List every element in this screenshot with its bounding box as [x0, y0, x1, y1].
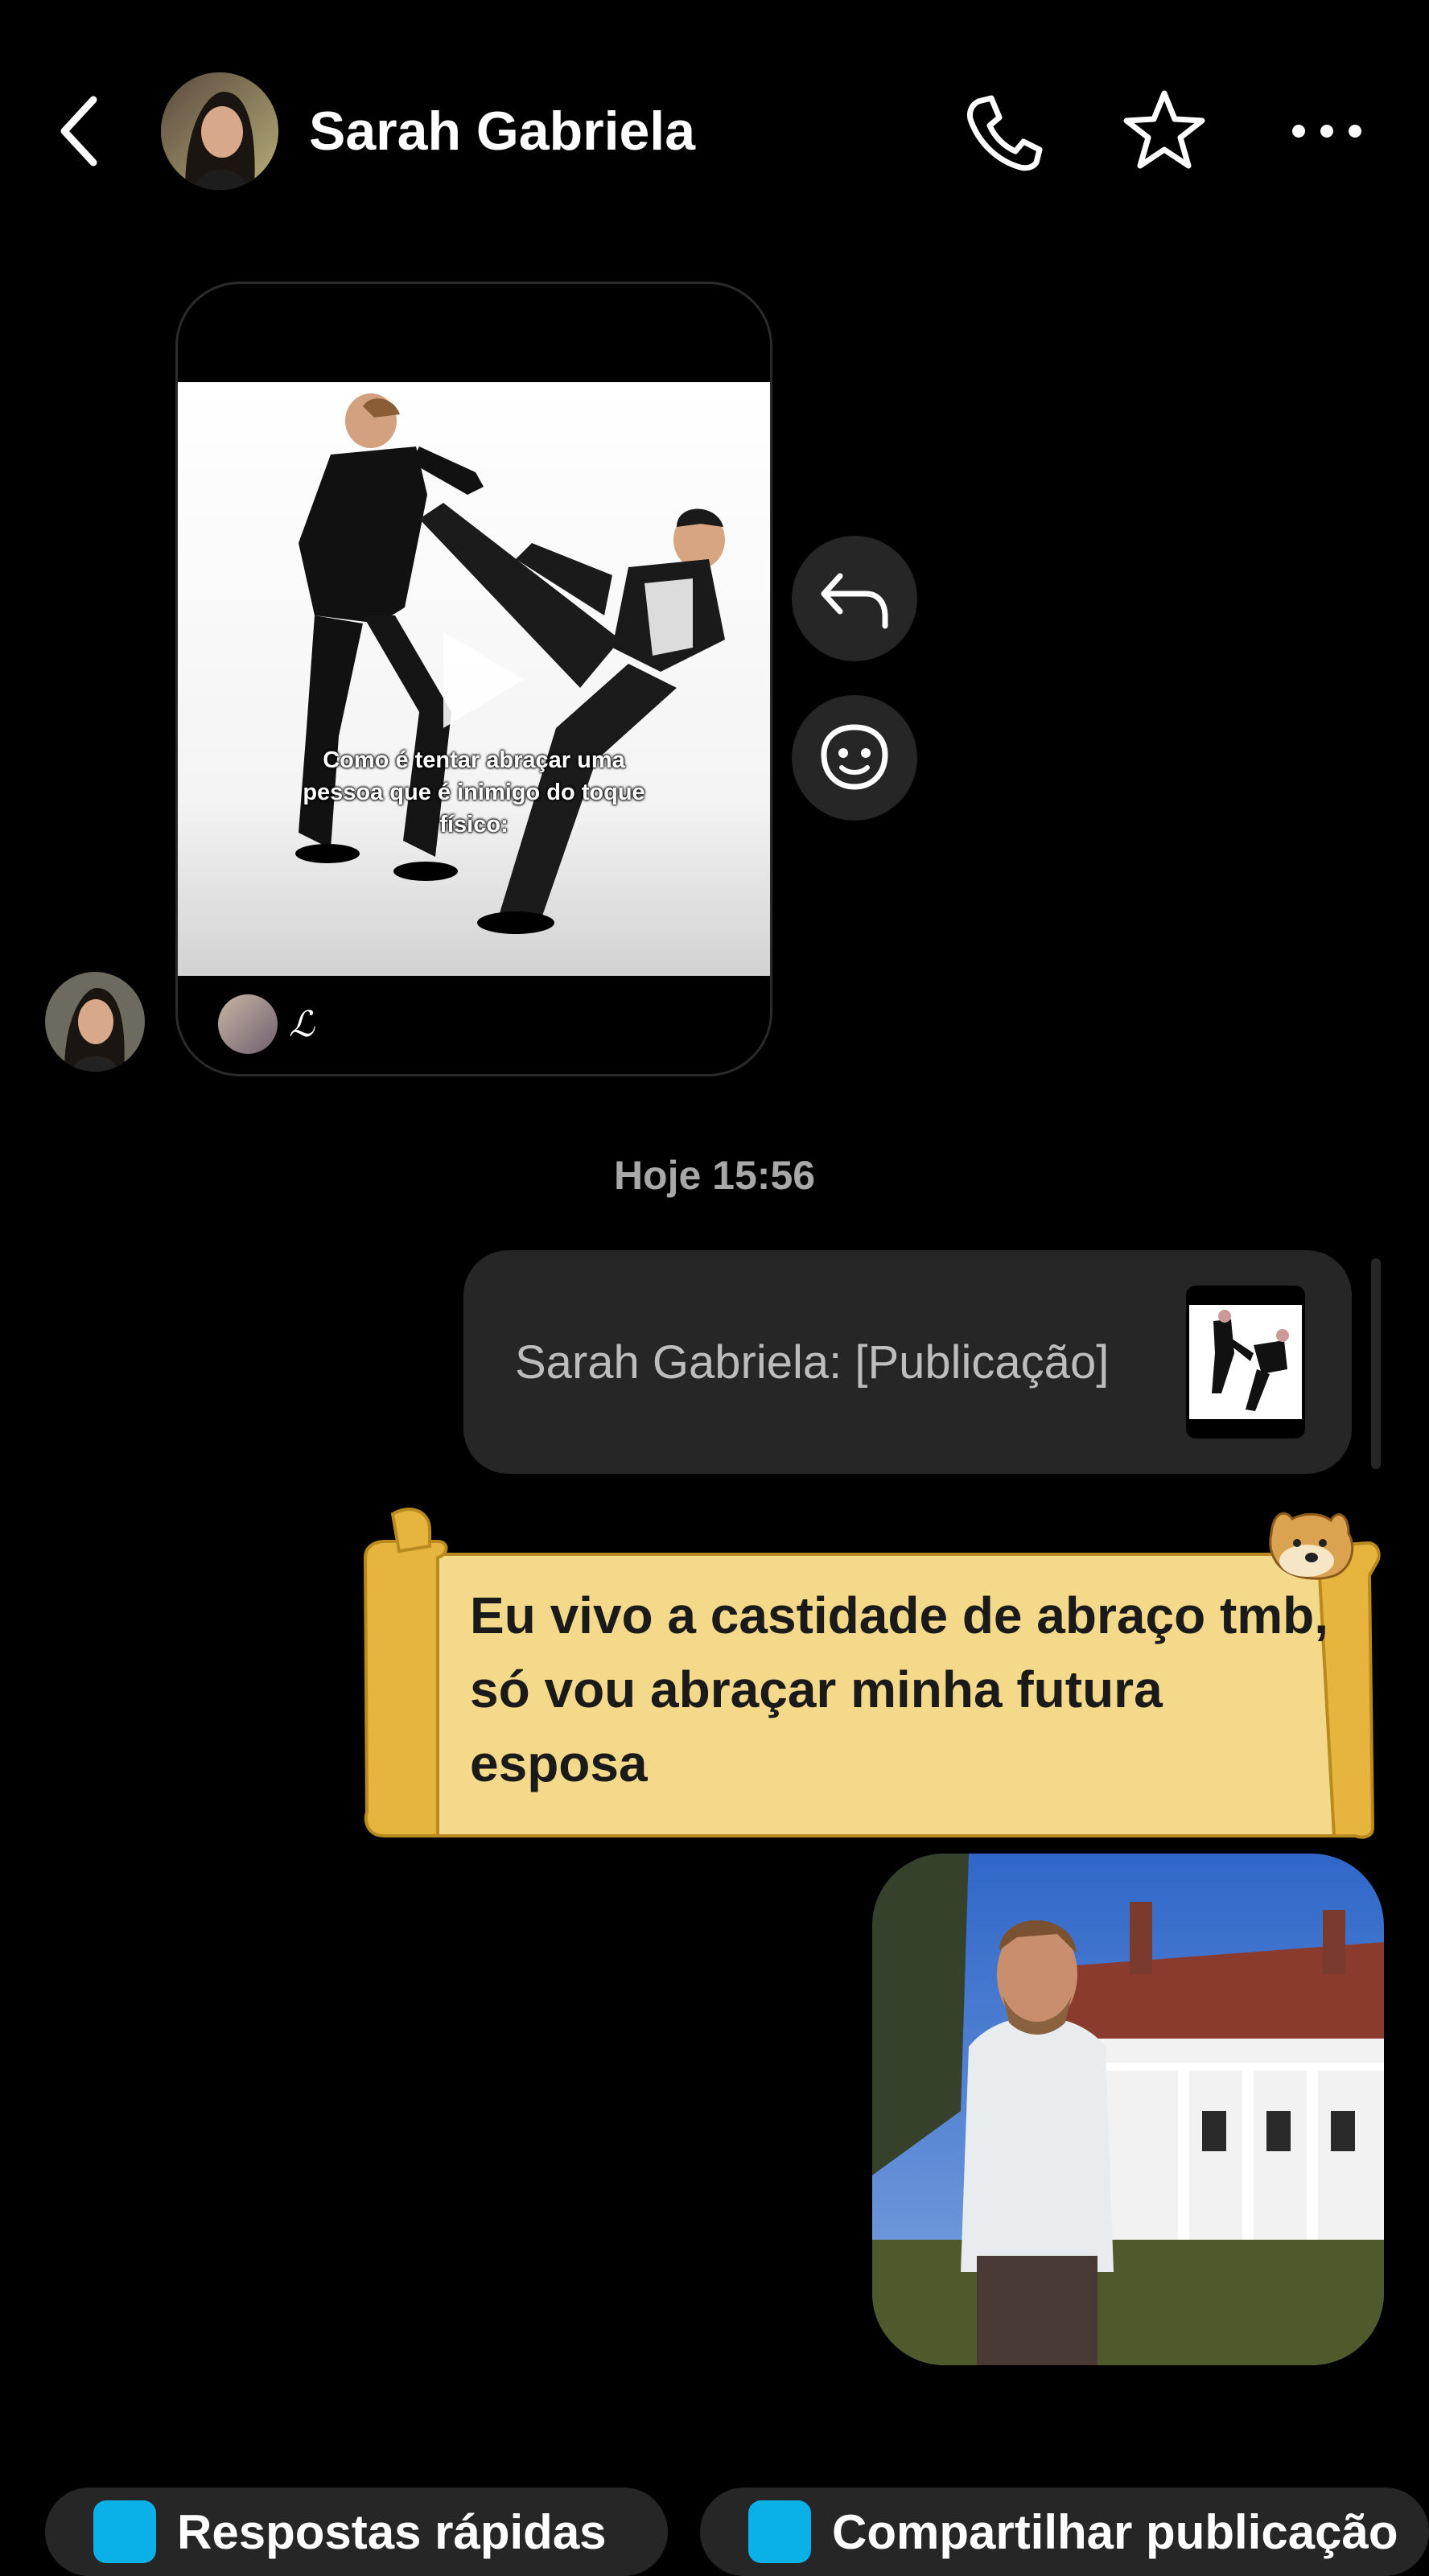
more-icon[interactable]: [1283, 87, 1371, 175]
doge-sticker-icon: [1269, 1512, 1354, 1580]
contact-name[interactable]: Sarah Gabriela: [309, 95, 695, 167]
replied-message-text: Sarah Gabriela: [Publicação]: [515, 1336, 1110, 1389]
message-bubble[interactable]: Eu vivo a castidade de abraço tmb, só vo…: [360, 1498, 1387, 1839]
post-video-thumbnail[interactable]: Como é tentar abraçar uma pessoa que é i…: [178, 382, 770, 976]
reply-arrow-icon: [821, 573, 888, 629]
shared-post[interactable]: Como é tentar abraçar uma pessoa que é i…: [175, 282, 772, 1076]
message-text: Eu vivo a castidade de abraço tmb, só vo…: [470, 1586, 1329, 1792]
message-timestamp: Hoje 15:56: [613, 1153, 816, 1198]
back-arrow-icon[interactable]: [56, 95, 105, 167]
share-post-label: Compartilhar publicação: [832, 2504, 1398, 2559]
gif-message[interactable]: [872, 1854, 1384, 2365]
replied-post-thumbnail: [1186, 1286, 1305, 1438]
post-author-name: ℒ: [289, 1003, 315, 1045]
quick-replies-chip[interactable]: Respostas rápidas: [45, 2488, 668, 2576]
post-author-avatar: [218, 994, 278, 1054]
play-icon: [748, 2500, 811, 2563]
reply-button[interactable]: [792, 536, 917, 661]
share-post-chip[interactable]: Compartilhar publicação: [700, 2488, 1429, 2576]
lightning-icon: [93, 2500, 156, 2563]
star-icon[interactable]: [1120, 87, 1209, 175]
post-caption: Como é tentar abraçar uma pessoa que é i…: [303, 747, 645, 837]
post-author[interactable]: ℒ: [218, 976, 315, 1072]
emoji-icon: [821, 724, 888, 790]
phone-icon[interactable]: [959, 87, 1048, 175]
reply-indicator-bar: [1371, 1258, 1381, 1469]
quick-replies-label: Respostas rápidas: [177, 2504, 607, 2559]
react-button[interactable]: [792, 695, 917, 821]
contact-avatar[interactable]: [161, 72, 278, 190]
sender-avatar[interactable]: [45, 972, 145, 1072]
